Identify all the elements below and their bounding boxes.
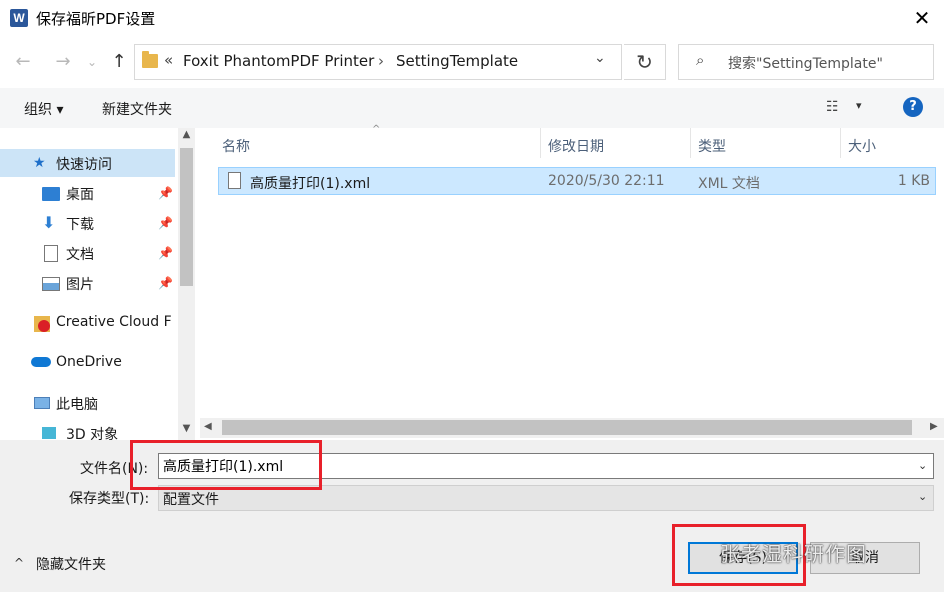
up-arrow-icon[interactable]: ↑: [106, 49, 132, 75]
nav-item-documents[interactable]: 文档: [66, 244, 94, 264]
column-header-name[interactable]: 名称: [222, 136, 250, 156]
column-divider[interactable]: [540, 128, 541, 158]
breadcrumb-separator-icon[interactable]: ›: [378, 52, 384, 70]
view-dropdown-caret-icon[interactable]: ▾: [856, 99, 862, 112]
search-icon: ⌕: [696, 51, 705, 69]
nav-item-pictures[interactable]: 图片: [66, 274, 94, 294]
scroll-down-arrow-icon[interactable]: ▼: [178, 423, 195, 434]
file-size: 1 KB: [897, 173, 930, 189]
pin-icon: 📌: [158, 276, 173, 290]
file-name[interactable]: 高质量打印(1).xml: [250, 173, 370, 193]
chevron-up-icon[interactable]: ^: [14, 556, 24, 570]
nav-item-onedrive[interactable]: OneDrive: [56, 354, 122, 370]
close-button[interactable]: ✕: [900, 0, 944, 36]
organize-button[interactable]: 组织 ▾: [24, 99, 63, 119]
refresh-button[interactable]: ↻: [624, 44, 666, 80]
view-options-icon[interactable]: ☷: [826, 99, 839, 115]
chevron-down-icon[interactable]: ⌄: [594, 50, 606, 66]
word-app-icon: W: [10, 9, 28, 27]
file-type: XML 文档: [698, 176, 760, 192]
computer-icon: [34, 397, 50, 409]
scroll-right-arrow-icon[interactable]: ▶: [930, 421, 938, 432]
pin-icon: 📌: [158, 216, 173, 230]
nav-item-this-pc[interactable]: 此电脑: [56, 394, 98, 414]
pin-icon: 📌: [158, 186, 173, 200]
chevron-down-icon[interactable]: ⌄: [918, 459, 927, 472]
desktop-icon: [42, 187, 60, 201]
scroll-up-arrow-icon[interactable]: ▲: [178, 129, 195, 140]
column-divider[interactable]: [840, 128, 841, 158]
help-button[interactable]: ?: [903, 97, 923, 117]
xml-file-icon: [228, 172, 241, 189]
filetype-label: 保存类型(T):: [69, 491, 150, 507]
creative-cloud-logo-icon: [38, 320, 50, 332]
search-placeholder: 搜索"SettingTemplate": [728, 56, 883, 72]
nav-pane-scroll-thumb[interactable]: [180, 148, 193, 286]
column-header-type[interactable]: 类型: [698, 136, 726, 156]
chevron-down-icon[interactable]: ⌄: [918, 490, 927, 503]
back-arrow-icon[interactable]: ←: [10, 49, 36, 75]
scroll-left-arrow-icon[interactable]: ◀: [204, 421, 212, 432]
recent-locations-icon[interactable]: ⌄: [84, 49, 100, 75]
star-icon: ★: [33, 155, 46, 171]
pictures-icon: [42, 277, 60, 291]
nav-item-downloads[interactable]: 下载: [66, 214, 94, 234]
onedrive-cloud-icon: [31, 357, 51, 367]
watermark-text: 张老湿科研作图: [720, 542, 867, 566]
breadcrumb-foxit-printer[interactable]: Foxit PhantomPDF Printer: [183, 52, 374, 70]
forward-arrow-icon[interactable]: →: [50, 49, 76, 75]
breadcrumb-overflow-icon[interactable]: «: [164, 51, 173, 69]
window-title: 保存福昕PDF设置: [36, 10, 156, 28]
highlight-box-filename: [130, 440, 322, 490]
nav-label-quick-access[interactable]: 快速访问: [56, 154, 112, 174]
new-folder-button[interactable]: 新建文件夹: [102, 99, 172, 119]
horizontal-scroll-thumb[interactable]: [222, 420, 912, 435]
folder-icon: [142, 51, 158, 68]
nav-item-desktop[interactable]: 桌面: [66, 184, 94, 204]
breadcrumb-setting-template[interactable]: SettingTemplate: [396, 52, 518, 70]
sort-ascending-icon: ^: [372, 124, 381, 135]
column-header-size[interactable]: 大小: [848, 136, 876, 156]
pin-icon: 📌: [158, 246, 173, 260]
nav-item-creative-cloud[interactable]: Creative Cloud F: [56, 314, 176, 330]
3d-objects-icon: [42, 427, 56, 439]
file-modified-date: 2020/5/30 22:11: [548, 173, 665, 189]
column-divider[interactable]: [690, 128, 691, 158]
hide-folders-button[interactable]: 隐藏文件夹: [36, 554, 106, 574]
document-icon: [44, 245, 58, 262]
download-icon: ⬇: [42, 213, 56, 232]
column-header-date[interactable]: 修改日期: [548, 136, 604, 156]
